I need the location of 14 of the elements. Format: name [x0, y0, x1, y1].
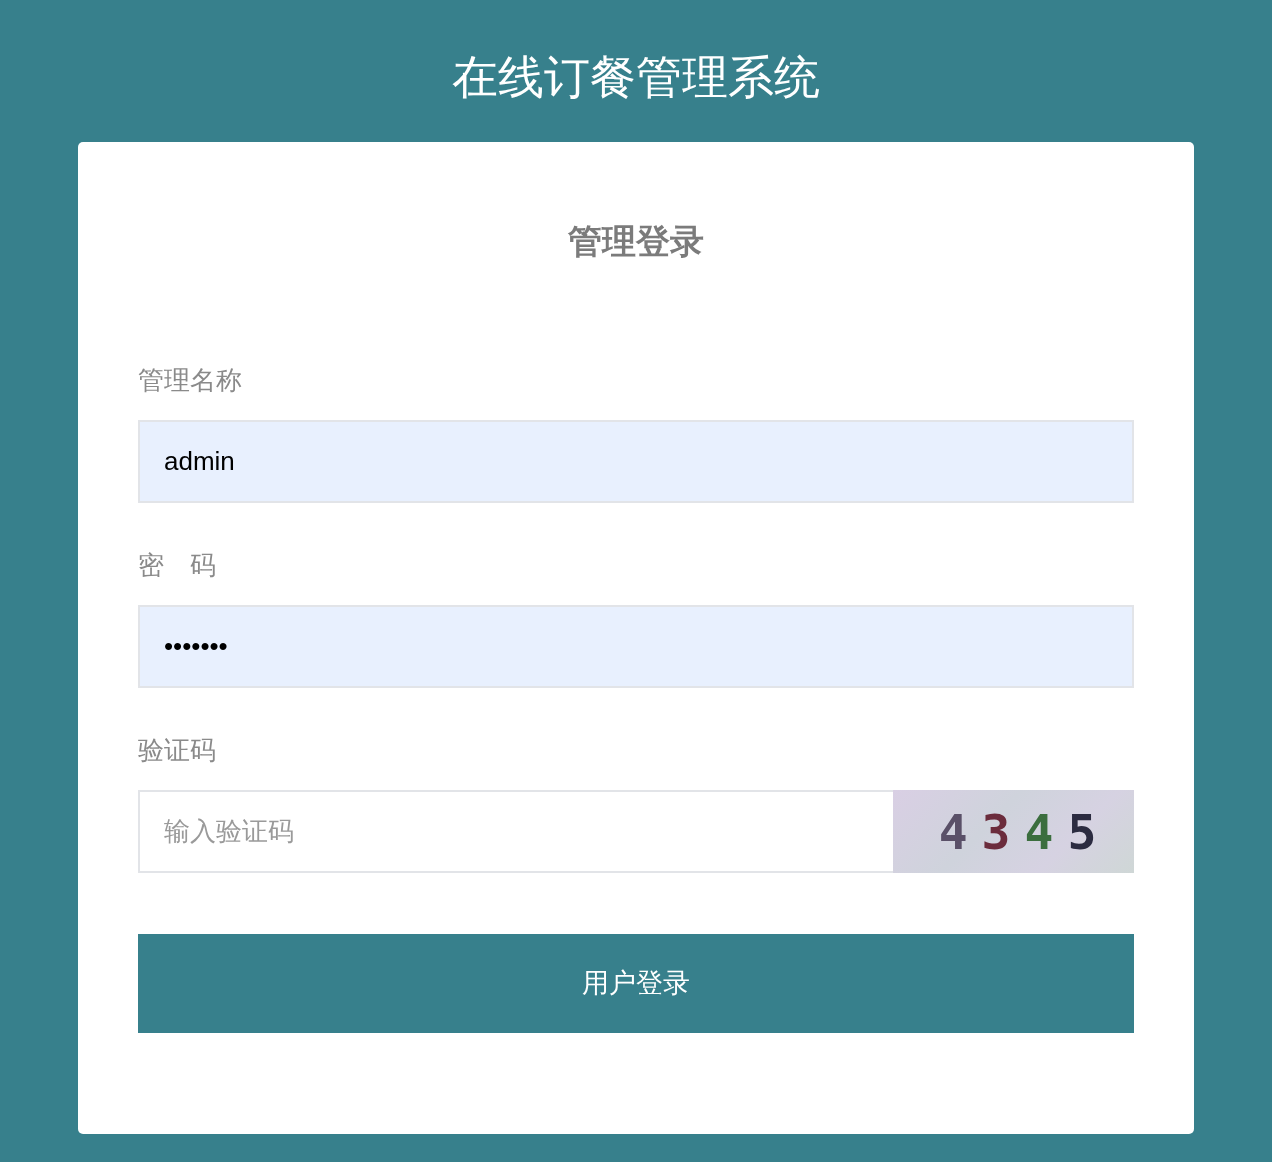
field-label: 验证码 — [138, 734, 217, 767]
captcha-digit: 3 — [981, 807, 1011, 856]
captcha-input[interactable]: 输入验证码 — [138, 790, 893, 873]
page-title: 在线订餐管理系统 — [451, 50, 821, 105]
login-button[interactable]: 用户登录 — [138, 934, 1134, 1033]
captcha-digit: 4 — [1024, 807, 1054, 856]
field-label: 密 码 — [138, 549, 217, 582]
captcha-digit: 5 — [1067, 807, 1097, 856]
password-input[interactable]: ••••••• — [138, 605, 1134, 688]
login-heading: 管理登录 — [567, 221, 705, 261]
field-label: 管理名称 — [138, 364, 243, 397]
username-input[interactable]: admin — [138, 420, 1134, 503]
captcha-digit: 4 — [938, 807, 968, 856]
captcha-image[interactable]: 4 3 4 5 — [893, 790, 1134, 873]
